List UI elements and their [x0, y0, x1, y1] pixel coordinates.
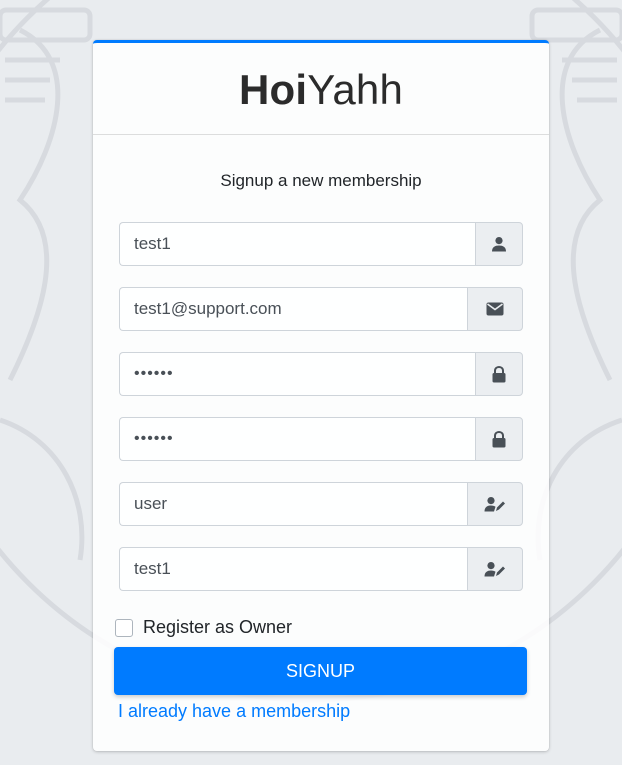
card-header: HoiYahh	[93, 43, 549, 135]
envelope-icon	[486, 302, 504, 316]
display-name-input[interactable]	[119, 547, 467, 591]
register-owner-checkbox[interactable]	[115, 618, 133, 637]
email-addon	[467, 287, 523, 331]
display-name-group	[119, 547, 523, 591]
email-group	[119, 287, 523, 331]
lock-icon	[492, 430, 506, 447]
username-group	[119, 222, 523, 266]
signup-card: HoiYahh Signup a new membership test1 te…	[93, 40, 549, 751]
password-input[interactable]	[119, 352, 475, 396]
lock-icon	[492, 365, 506, 382]
user-edit-icon	[484, 562, 505, 577]
role-addon	[467, 482, 523, 526]
user-edit-icon	[484, 497, 505, 512]
brand-light: Yahh	[307, 66, 404, 113]
signup-button[interactable]: SIGNUP	[114, 647, 527, 695]
login-link[interactable]: I already have a membership	[118, 701, 350, 722]
user-icon	[492, 237, 506, 252]
register-owner-row[interactable]: Register as Owner	[115, 617, 292, 638]
register-owner-label: Register as Owner	[143, 617, 293, 637]
brand-bold: Hoi	[238, 66, 308, 113]
password-addon	[475, 352, 523, 396]
password-confirm-input[interactable]	[119, 417, 475, 461]
role-group	[119, 482, 523, 526]
username-input[interactable]	[119, 222, 475, 266]
password-group	[119, 352, 523, 396]
brand-logo[interactable]: HoiYahh	[239, 66, 403, 114]
password-confirm-addon	[475, 417, 523, 461]
email-input[interactable]	[119, 287, 467, 331]
role-input[interactable]	[119, 482, 467, 526]
display-name-addon	[467, 547, 523, 591]
page-subtitle: Signup a new membership	[220, 171, 422, 190]
username-addon	[475, 222, 523, 266]
password-confirm-group	[119, 417, 523, 461]
